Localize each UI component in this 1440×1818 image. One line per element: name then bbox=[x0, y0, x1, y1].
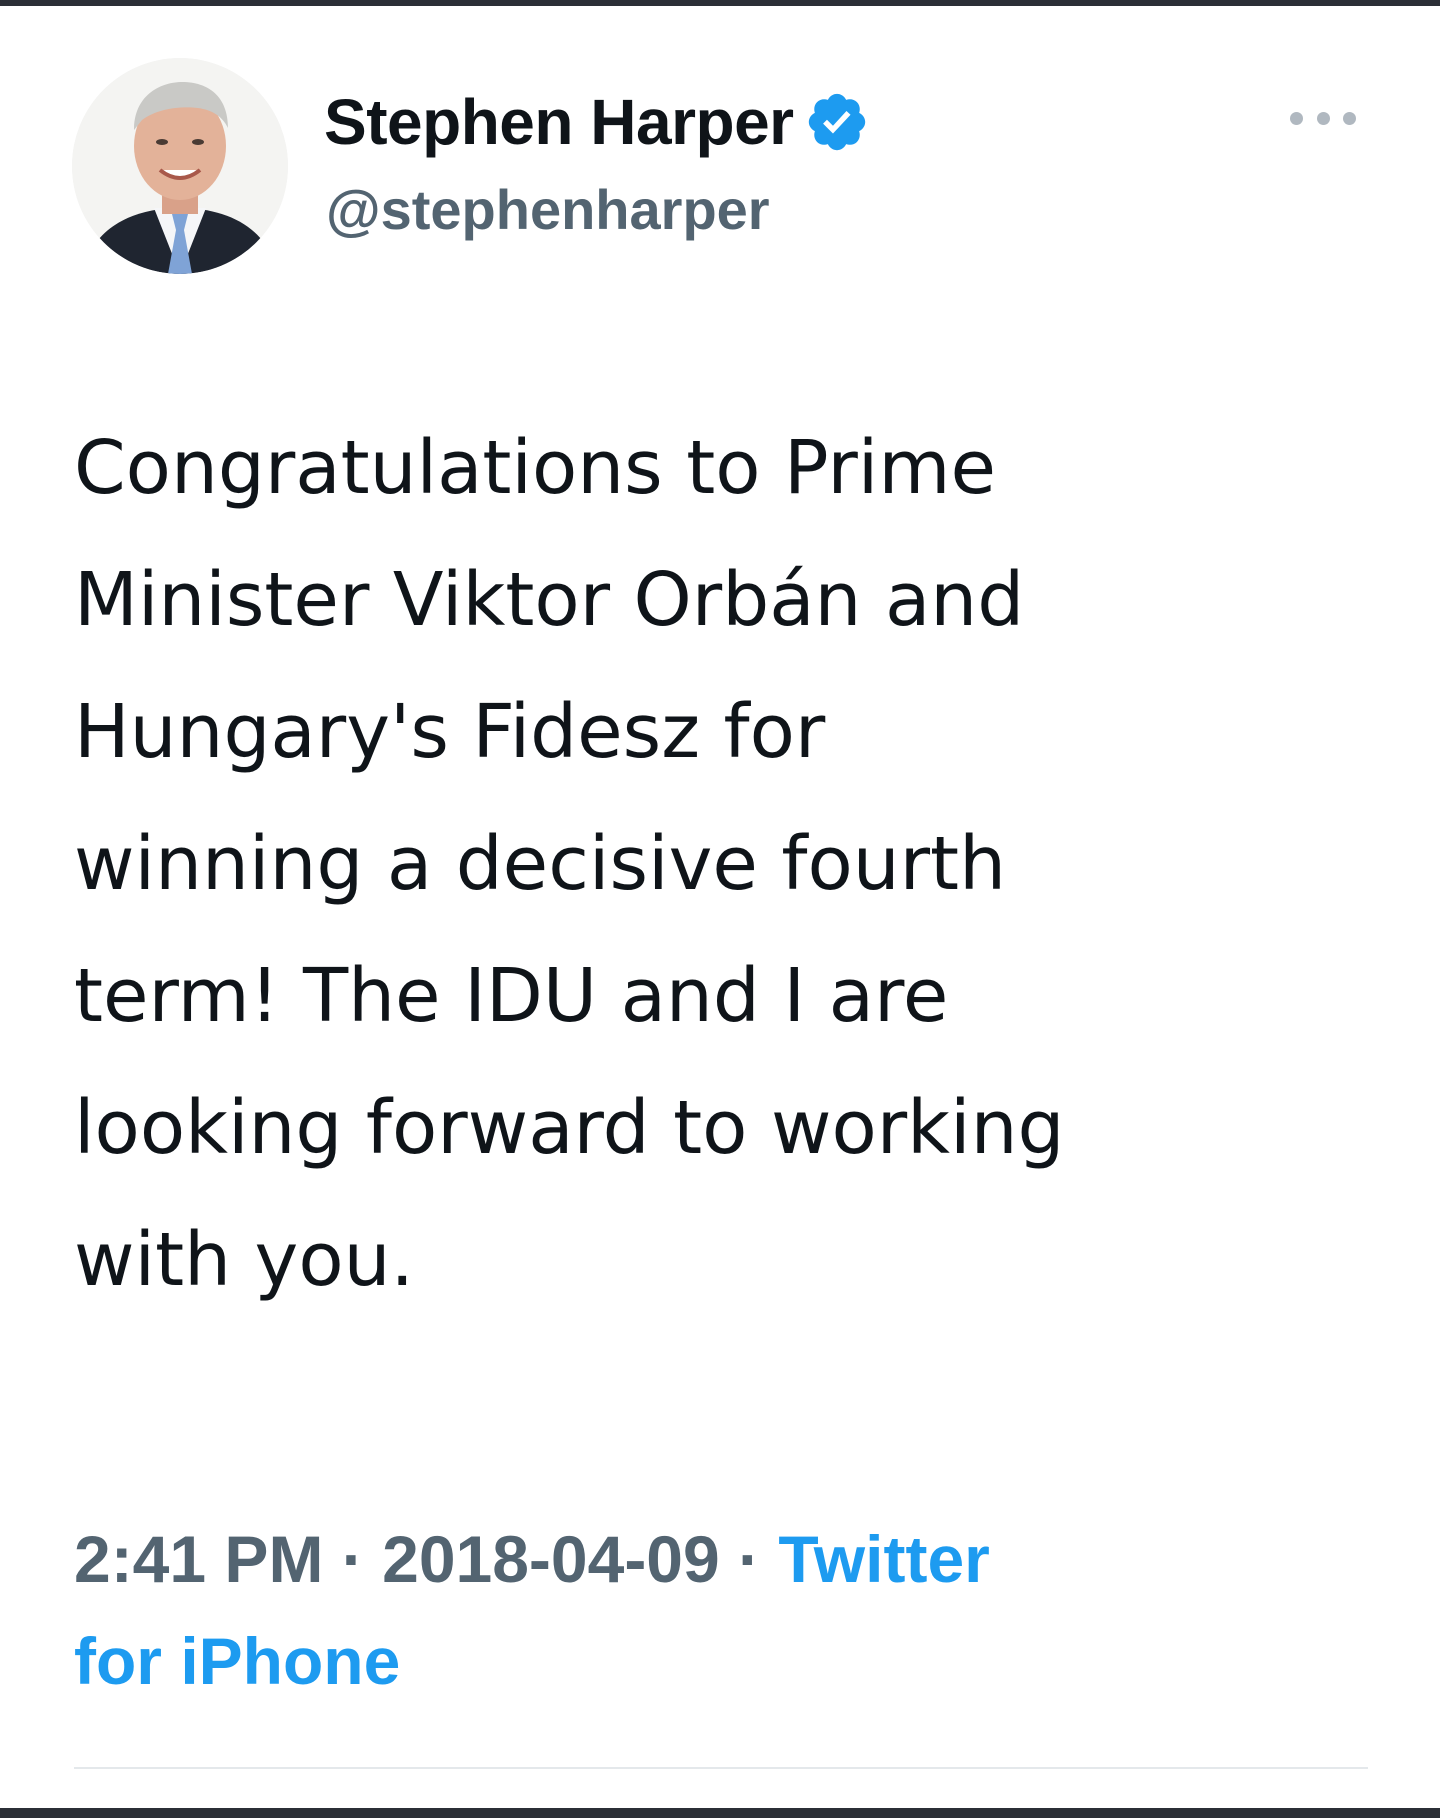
tweet-source-link-continued[interactable]: for iPhone bbox=[74, 1624, 400, 1698]
verified-badge-icon bbox=[808, 93, 865, 151]
top-border bbox=[0, 0, 1440, 6]
tweet-text-line: Minister Viktor Orbán and bbox=[74, 557, 1025, 643]
profile-photo-icon bbox=[72, 58, 288, 274]
tweet-meta: 2:41 PM · 2018-04-09 · Twitter for iPhon… bbox=[74, 1508, 1374, 1712]
meta-separator: · bbox=[738, 1522, 761, 1596]
tweet-text-line: term! The IDU and I are bbox=[74, 953, 949, 1039]
more-horizontal-icon bbox=[1316, 111, 1330, 125]
tweet-text-line: winning a decisive fourth bbox=[74, 821, 1006, 907]
tweet-time[interactable]: 2:41 PM bbox=[74, 1522, 323, 1596]
divider bbox=[74, 1767, 1368, 1769]
tweet-text-line: Congratulations to Prime bbox=[74, 425, 996, 511]
tweet-meta-line-2: for iPhone bbox=[74, 1610, 1374, 1712]
avatar[interactable] bbox=[72, 58, 288, 274]
tweet-date[interactable]: 2018-04-09 bbox=[382, 1522, 720, 1596]
tweet-source-link[interactable]: Twitter bbox=[778, 1522, 989, 1596]
tweet-text-line: Hungary's Fidesz for bbox=[74, 689, 826, 775]
author-handle[interactable]: @stephenharper bbox=[326, 182, 770, 238]
tweet-text: Congratulations to Prime Minister Viktor… bbox=[74, 402, 1374, 1326]
author-name-row[interactable]: Stephen Harper bbox=[324, 82, 870, 162]
more-options-button[interactable] bbox=[1290, 100, 1356, 136]
bottom-border bbox=[0, 1808, 1440, 1818]
tweet-text-line: looking forward to working bbox=[74, 1085, 1065, 1171]
tweet-screenshot: Stephen Harper @stephenharper Congratula… bbox=[0, 0, 1440, 1818]
tweet-text-line: with you. bbox=[74, 1217, 415, 1303]
meta-separator: · bbox=[341, 1522, 364, 1596]
more-horizontal-icon bbox=[1290, 111, 1303, 125]
tweet-meta-line-1: 2:41 PM · 2018-04-09 · Twitter bbox=[74, 1508, 1374, 1610]
author-display-name[interactable]: Stephen Harper bbox=[324, 90, 794, 154]
more-horizontal-icon bbox=[1343, 111, 1356, 125]
